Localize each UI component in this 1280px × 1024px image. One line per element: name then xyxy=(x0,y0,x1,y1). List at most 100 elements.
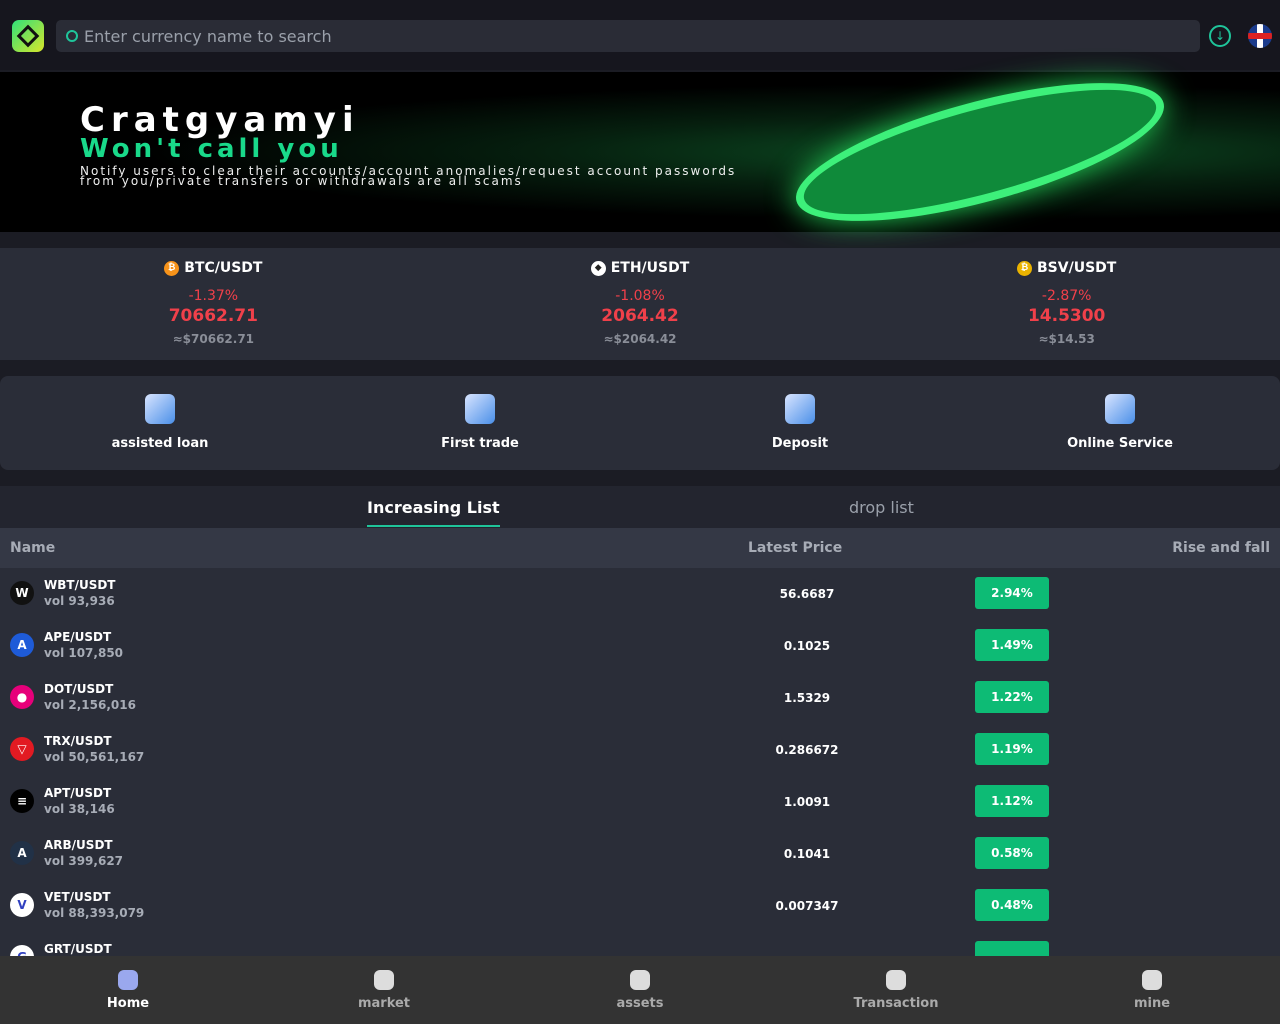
pair-name: GRT/USDT xyxy=(44,942,112,956)
shortcut-label: First trade xyxy=(441,436,519,451)
ticker-usd: ≈$70662.71 xyxy=(172,332,255,346)
tab-drop-list[interactable]: drop list xyxy=(849,498,914,517)
banner-subtitle: Won't call you xyxy=(80,134,343,164)
ticker-change: -1.37% xyxy=(188,288,239,304)
ticker-pair: BTC/USDT xyxy=(184,260,263,276)
banner-text: Notify users to clear their accounts/acc… xyxy=(80,164,737,188)
table-row[interactable]: A ARB/USDT vol 399,627 0.1041 0.58% xyxy=(0,828,1280,880)
service-icon xyxy=(1105,394,1135,424)
search-input[interactable]: Enter currency name to search xyxy=(56,20,1200,52)
ticker-item[interactable]: ◆ ETH/USDT -1.08% 2064.42 ≈$2064.42 xyxy=(427,248,854,360)
home-icon xyxy=(118,970,138,990)
search-placeholder: Enter currency name to search xyxy=(84,26,332,46)
mine-icon xyxy=(1142,970,1162,990)
table-header: Name Latest Price Rise and fall xyxy=(0,528,1280,568)
pair-name: VET/USDT xyxy=(44,890,111,904)
latest-price: 1.0091 xyxy=(783,795,831,809)
coin-icon: ◆ xyxy=(590,260,606,276)
market-icon xyxy=(374,970,394,990)
table-row[interactable]: ▽ TRX/USDT vol 50,561,167 0.286672 1.19% xyxy=(0,724,1280,776)
ticker-item[interactable]: ₿ BSV/USDT -2.87% 14.5300 ≈$14.53 xyxy=(853,248,1280,360)
ticker-usd: ≈$2064.42 xyxy=(603,332,677,346)
nav-label: Home xyxy=(106,996,150,1011)
change-badge: 1.22% xyxy=(975,681,1049,713)
pair-name: APT/USDT xyxy=(44,786,112,800)
ticker-item[interactable]: ₿ BTC/USDT -1.37% 70662.71 ≈$70662.71 xyxy=(0,248,427,360)
coin-icon: ₿ xyxy=(1017,260,1033,276)
app-logo[interactable] xyxy=(12,20,44,52)
nav-mine[interactable]: mine xyxy=(1024,956,1280,1024)
coin-icon: A xyxy=(10,841,34,865)
nav-label: assets xyxy=(616,996,664,1011)
coin-icon: ▽ xyxy=(10,737,34,761)
table-row[interactable]: A APE/USDT vol 107,850 0.1025 1.49% xyxy=(0,620,1280,672)
pair-volume: vol 93,936 xyxy=(44,594,115,608)
nav-label: Transaction xyxy=(853,996,939,1011)
change-badge: 0.58% xyxy=(975,837,1049,869)
banner[interactable]: Cratgyamyi Won't call you Notify users t… xyxy=(0,54,1280,250)
pair-volume: vol 107,850 xyxy=(44,646,124,660)
assets-icon xyxy=(630,970,650,990)
shortcut-service[interactable]: Online Service xyxy=(960,376,1280,470)
banner-coin-image xyxy=(783,54,1177,250)
pair-name: DOT/USDT xyxy=(44,682,114,696)
bottom-nav: Home market assets Transaction mine xyxy=(0,956,1280,1024)
search-icon xyxy=(66,30,78,42)
table-row[interactable]: W WBT/USDT vol 93,936 56.6687 2.94% xyxy=(0,568,1280,620)
pair-volume: vol 399,627 xyxy=(44,854,124,868)
change-badge: 0.48% xyxy=(975,889,1049,921)
nav-market[interactable]: market xyxy=(256,956,512,1024)
nav-label: mine xyxy=(1133,996,1171,1011)
ticker-price: 14.5300 xyxy=(1027,306,1106,326)
header-price: Latest Price xyxy=(748,540,843,556)
coin-icon: ● xyxy=(10,685,34,709)
nav-transaction[interactable]: Transaction xyxy=(768,956,1024,1024)
nav-label: market xyxy=(357,996,411,1011)
latest-price: 0.1041 xyxy=(783,847,831,861)
shortcut-trade[interactable]: First trade xyxy=(320,376,640,470)
latest-price: 0.1025 xyxy=(783,639,831,653)
market-list: W WBT/USDT vol 93,936 56.6687 2.94% A AP… xyxy=(0,568,1280,956)
table-row[interactable]: G GRT/USDT xyxy=(0,932,1280,956)
table-row[interactable]: ≡ APT/USDT vol 38,146 1.0091 1.12% xyxy=(0,776,1280,828)
coin-icon: W xyxy=(10,581,34,605)
shortcut-label: Online Service xyxy=(1067,436,1173,451)
nav-assets[interactable]: assets xyxy=(512,956,768,1024)
change-badge: 1.49% xyxy=(975,629,1049,661)
list-tabs: Increasing List drop list xyxy=(0,486,1280,528)
ticker-bar: ₿ BTC/USDT -1.37% 70662.71 ≈$70662.71 ◆ ET… xyxy=(0,248,1280,360)
coin-icon: ≡ xyxy=(10,789,34,813)
table-row[interactable]: V VET/USDT vol 88,393,079 0.007347 0.48% xyxy=(0,880,1280,932)
nav-home[interactable]: Home xyxy=(0,956,256,1024)
language-flag-icon[interactable] xyxy=(1248,24,1272,48)
download-icon[interactable]: ↓ xyxy=(1209,25,1231,47)
pair-volume: vol 50,561,167 xyxy=(44,750,145,764)
table-row[interactable]: ● DOT/USDT vol 2,156,016 1.5329 1.22% xyxy=(0,672,1280,724)
tab-increasing-list[interactable]: Increasing List xyxy=(367,498,500,527)
deposit-icon xyxy=(785,394,815,424)
transaction-icon xyxy=(886,970,906,990)
ticker-price: 2064.42 xyxy=(601,306,679,326)
pair-name: ARB/USDT xyxy=(44,838,113,852)
loan-icon xyxy=(145,394,175,424)
shortcut-loan[interactable]: assisted loan xyxy=(0,376,320,470)
ticker-price: 70662.71 xyxy=(168,306,258,326)
shortcut-deposit[interactable]: Deposit xyxy=(640,376,960,470)
shortcuts: assisted loan First trade Deposit Online Se… xyxy=(0,376,1280,470)
ticker-pair: ETH/USDT xyxy=(610,260,690,276)
ticker-change: -2.87% xyxy=(1041,288,1092,304)
ticker-usd: ≈$14.53 xyxy=(1038,332,1095,346)
header: Enter currency name to search ↓ xyxy=(0,0,1280,70)
ticker-change: -1.08% xyxy=(615,288,665,304)
change-badge: 1.19% xyxy=(975,733,1049,765)
shortcut-label: Deposit xyxy=(771,436,829,451)
pair-volume: vol 38,146 xyxy=(44,802,115,816)
coin-icon: ₿ xyxy=(164,260,180,276)
header-name: Name xyxy=(10,540,56,556)
pair-name: WBT/USDT xyxy=(44,578,116,592)
latest-price: 56.6687 xyxy=(779,587,835,601)
change-badge: 1.12% xyxy=(975,785,1049,817)
pair-name: TRX/USDT xyxy=(44,734,112,748)
trade-icon xyxy=(465,394,495,424)
pair-volume: vol 2,156,016 xyxy=(44,698,136,712)
